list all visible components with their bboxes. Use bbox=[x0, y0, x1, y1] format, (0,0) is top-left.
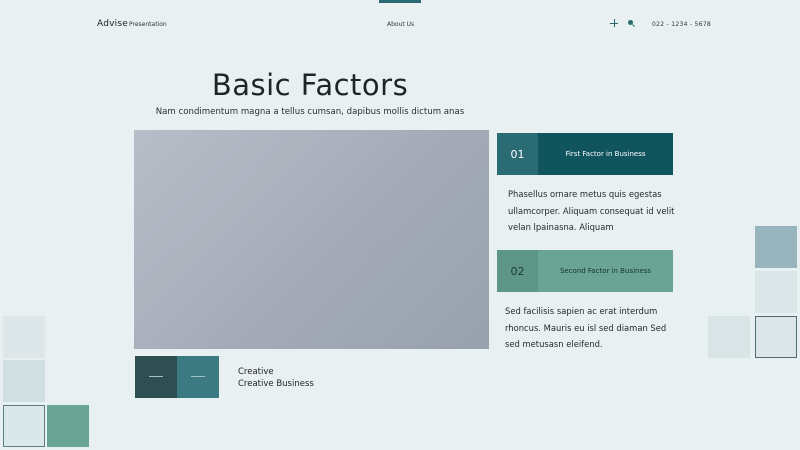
creative-label: Creative bbox=[238, 367, 274, 377]
dash-tile-1 bbox=[135, 356, 177, 398]
decor-square bbox=[755, 271, 797, 313]
creative-business-label: Creative Business bbox=[238, 379, 314, 389]
decor-square bbox=[3, 316, 45, 358]
factor-2-number: 02 bbox=[497, 250, 538, 292]
factor-2-header: 02 Second Factor in Business bbox=[497, 250, 673, 292]
factor-1-body: Phasellus ornare metus quis egestas ulla… bbox=[508, 189, 675, 233]
page-title: Basic Factors bbox=[211, 68, 409, 102]
nav-presentation[interactable]: Presentation bbox=[129, 21, 167, 28]
decor-square bbox=[3, 360, 45, 402]
dash-icon bbox=[191, 376, 205, 377]
active-nav-indicator bbox=[379, 0, 421, 3]
factor-1-header: 01 First Factor in Business bbox=[497, 133, 673, 175]
top-bar: Advise Presentation About Us 022 - 1234 … bbox=[0, 0, 800, 48]
dash-tile-2 bbox=[177, 356, 219, 398]
search-icon[interactable] bbox=[628, 20, 635, 27]
page-subtitle: Nam condimentum magna a tellus cumsan, d… bbox=[155, 107, 465, 117]
decor-square bbox=[708, 316, 750, 358]
decor-square bbox=[47, 405, 89, 447]
factor-2-label: Second Factor in Business bbox=[538, 250, 673, 292]
decor-square bbox=[3, 405, 45, 447]
factor-1-label: First Factor in Business bbox=[538, 133, 673, 175]
nav-about-us[interactable]: About Us bbox=[387, 21, 414, 28]
decor-square bbox=[755, 316, 797, 358]
phone-number: 022 - 1234 - 5678 bbox=[652, 21, 712, 28]
image-placeholder bbox=[134, 130, 489, 349]
plus-icon[interactable] bbox=[610, 19, 618, 27]
factor-2-body: Sed facilisis sapien ac erat interdum rh… bbox=[505, 306, 667, 350]
factor-1-number: 01 bbox=[497, 133, 538, 175]
brand-logo[interactable]: Advise bbox=[97, 19, 128, 29]
decor-square bbox=[755, 226, 797, 268]
dash-icon bbox=[149, 376, 163, 377]
